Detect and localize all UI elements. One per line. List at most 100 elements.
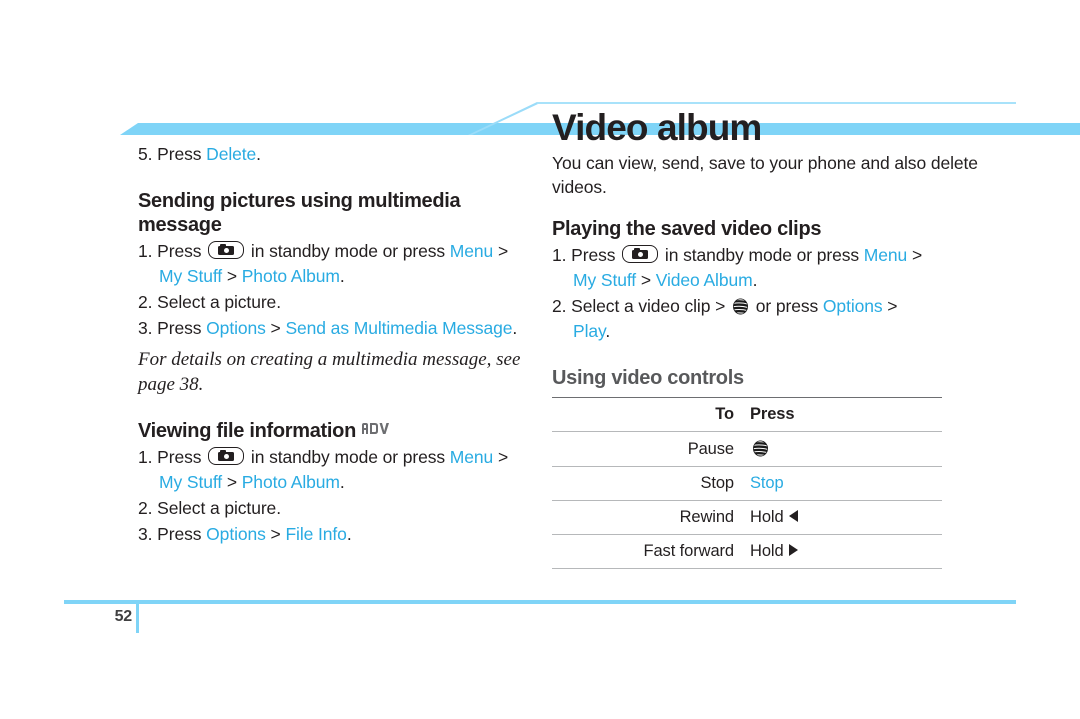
- step-text: Press: [157, 144, 207, 164]
- step-period: .: [752, 270, 758, 290]
- step-number: 2.: [552, 296, 567, 316]
- heading-viewing-file-information: Viewing file information: [138, 419, 538, 443]
- separator: >: [222, 266, 242, 286]
- separator: >: [882, 296, 898, 316]
- list-item: 3. Press Options > File Info.: [138, 522, 538, 547]
- cell-press: Hold: [750, 500, 942, 535]
- link-menu[interactable]: Menu: [864, 245, 907, 265]
- step-text: Press: [157, 318, 207, 338]
- link-menu[interactable]: Menu: [450, 241, 493, 261]
- cell-press-text: Hold: [750, 508, 789, 526]
- separator: >: [493, 241, 509, 261]
- cell-to: Rewind: [552, 500, 750, 535]
- table-row: Fast forward Hold: [552, 534, 942, 569]
- separator: >: [265, 318, 286, 338]
- cell-press-link[interactable]: Stop: [750, 466, 942, 501]
- step-number: 2.: [138, 498, 153, 518]
- step-text: Select a picture.: [157, 292, 281, 312]
- table-row: Pause: [552, 431, 942, 467]
- separator: >: [493, 447, 509, 467]
- camera-key-icon: [208, 447, 245, 465]
- step-period: .: [512, 318, 518, 338]
- step-period: .: [339, 472, 345, 492]
- table-row: Rewind Hold: [552, 500, 942, 535]
- link-file-info[interactable]: File Info: [285, 524, 346, 544]
- right-column: Video album You can view, send, save to …: [552, 108, 1016, 569]
- link-my-stuff[interactable]: My Stuff: [159, 472, 222, 492]
- link-options[interactable]: Options: [206, 318, 266, 338]
- link-video-album[interactable]: Video Album: [656, 270, 753, 290]
- list-item: 1. Press in standby mode or press Menu >…: [138, 445, 538, 495]
- cell-to: Stop: [552, 466, 750, 501]
- page-title: Video album: [552, 107, 762, 148]
- step-number: 1.: [552, 245, 567, 265]
- cell-press-text: Hold: [750, 542, 789, 560]
- footer-rule: [64, 600, 1016, 604]
- att-globe-icon: [731, 297, 750, 316]
- camera-key-icon: [622, 245, 659, 263]
- list-item: 2. Select a video clip > or press Option…: [552, 294, 1016, 344]
- att-globe-icon: [751, 439, 770, 458]
- heading-text: Viewing file information: [138, 420, 357, 442]
- step-text: in standby mode or press: [246, 447, 450, 467]
- cell-to: Fast forward: [552, 534, 750, 569]
- manual-page: 5. Press Delete. Sending pictures using …: [0, 0, 1080, 719]
- list-item: 2. Select a picture.: [138, 496, 538, 521]
- step-text: Press: [157, 447, 207, 467]
- cell-to: Pause: [552, 431, 750, 467]
- link-photo-album[interactable]: Photo Album: [242, 472, 340, 492]
- link-play[interactable]: Play: [573, 321, 605, 341]
- step-number: 5.: [138, 144, 153, 164]
- intro-paragraph: You can view, send, save to your phone a…: [552, 153, 978, 197]
- table-header-row: To Press: [552, 397, 942, 432]
- step-text: in standby mode or press: [660, 245, 864, 265]
- step-number: 3.: [138, 318, 153, 338]
- step-period: .: [346, 524, 352, 544]
- step-5-press-delete: 5. Press Delete.: [138, 142, 538, 167]
- note-multimedia-message: For details on creating a multimedia mes…: [138, 349, 521, 395]
- link-my-stuff[interactable]: My Stuff: [159, 266, 222, 286]
- footer-tick: [136, 600, 139, 633]
- step-text: Press: [571, 245, 621, 265]
- step-period: .: [256, 144, 261, 164]
- link-menu[interactable]: Menu: [450, 447, 493, 467]
- step-period: .: [605, 321, 611, 341]
- list-item: 3. Press Options > Send as Multimedia Me…: [138, 316, 538, 341]
- link-photo-album[interactable]: Photo Album: [242, 266, 340, 286]
- adv-badge-icon: [361, 422, 393, 435]
- table-row: Stop Stop: [552, 466, 942, 501]
- separator: >: [222, 472, 242, 492]
- separator: >: [636, 270, 656, 290]
- step-text: or press: [750, 296, 823, 316]
- list-item: 2. Select a picture.: [138, 290, 538, 315]
- list-item: 1. Press in standby mode or press Menu >…: [138, 239, 538, 289]
- video-controls-table: To Press Pause Stop Stop Rewind Hold Fas…: [552, 397, 942, 569]
- camera-key-icon: [208, 241, 245, 259]
- link-my-stuff[interactable]: My Stuff: [573, 270, 636, 290]
- column-header-press: Press: [750, 397, 942, 432]
- step-number: 2.: [138, 292, 153, 312]
- separator: >: [265, 524, 286, 544]
- step-text: Select a video clip >: [571, 296, 730, 316]
- step-text: Press: [157, 241, 207, 261]
- heading-sending-pictures: Sending pictures using multimedia messag…: [138, 190, 461, 236]
- list-item: 1. Press in standby mode or press Menu >…: [552, 243, 1016, 293]
- link-options[interactable]: Options: [206, 524, 266, 544]
- heading-using-video-controls: Using video controls: [552, 367, 744, 389]
- link-options[interactable]: Options: [823, 296, 883, 316]
- step-number: 1.: [138, 241, 153, 261]
- step-number: 3.: [138, 524, 153, 544]
- step-number: 1.: [138, 447, 153, 467]
- cell-press: [750, 431, 942, 467]
- link-delete[interactable]: Delete: [206, 144, 256, 164]
- step-period: .: [339, 266, 345, 286]
- link-send-as-multimedia-message[interactable]: Send as Multimedia Message: [285, 318, 512, 338]
- step-text: Press: [157, 524, 207, 544]
- left-column: 5. Press Delete. Sending pictures using …: [138, 142, 538, 548]
- step-text: in standby mode or press: [246, 241, 450, 261]
- arrow-left-icon: [789, 510, 799, 522]
- step-text: Select a picture.: [157, 498, 281, 518]
- arrow-right-icon: [789, 544, 799, 556]
- cell-press: Hold: [750, 534, 942, 569]
- separator: >: [907, 245, 923, 265]
